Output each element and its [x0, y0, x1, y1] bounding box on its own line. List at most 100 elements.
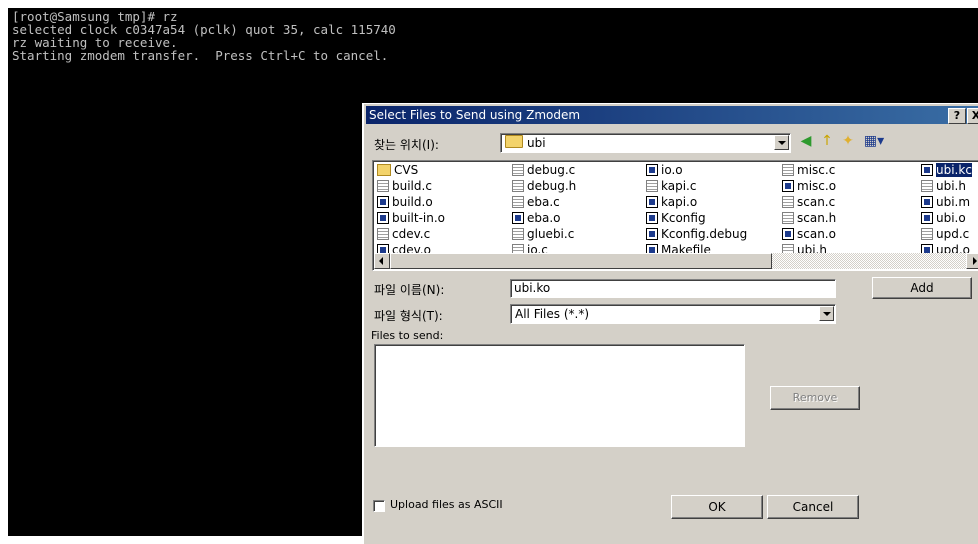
binary-file-icon [646, 164, 658, 176]
file-item[interactable]: scan.c [782, 194, 835, 210]
dialog-titlebar[interactable]: Select Files to Send using Zmodem ? X [366, 106, 978, 124]
binary-file-icon [782, 180, 794, 192]
text-file-icon [646, 180, 658, 192]
files-to-send-label: Files to send: [371, 329, 444, 342]
binary-file-icon [921, 164, 933, 176]
dialog-title: Select Files to Send using Zmodem [369, 108, 581, 122]
filetype-label: 파일 형식(T): [374, 309, 443, 323]
file-list[interactable]: upd.o upd.c ubi.o ubi.m ubi.h ubi.kc ubi.h scan… [372, 160, 978, 271]
ascii-checkbox[interactable] [373, 500, 385, 512]
binary-file-icon [377, 212, 389, 224]
file-name: built-in.o [392, 211, 446, 225]
filename-field[interactable]: ubi.ko [510, 279, 836, 298]
file-item[interactable]: CVS [377, 162, 418, 178]
file-name: scan.c [797, 195, 836, 209]
back-icon[interactable]: ◀ [798, 133, 814, 149]
file-name: misc.o [797, 179, 837, 193]
file-name: eba.o [527, 211, 561, 225]
file-name: cdev.c [392, 227, 431, 241]
binary-file-icon [782, 228, 794, 240]
file-item[interactable]: ubi.m [921, 194, 970, 210]
file-name: build.c [392, 179, 432, 193]
remove-button[interactable]: Remove [770, 386, 860, 410]
file-item[interactable]: kapi.c [646, 178, 696, 194]
file-item[interactable]: Kconfig [646, 210, 706, 226]
file-item[interactable]: gluebi.c [512, 226, 574, 242]
text-file-icon [921, 228, 933, 240]
binary-file-icon [646, 196, 658, 208]
help-button[interactable]: ? [948, 108, 966, 124]
file-item[interactable]: kapi.o [646, 194, 697, 210]
add-button[interactable]: Add [872, 277, 972, 299]
close-button[interactable]: X [967, 108, 978, 124]
file-name: io.o [661, 163, 683, 177]
file-name: CVS [394, 163, 419, 177]
ascii-label: Upload files as ASCII [390, 498, 503, 511]
scrollbar-thumb[interactable] [390, 253, 772, 269]
filetype-dropdown[interactable]: All Files (*.*) [510, 304, 836, 324]
file-name: ubi.h [936, 179, 966, 193]
file-item[interactable]: scan.o [782, 226, 836, 242]
file-item[interactable]: ubi.o [921, 210, 966, 226]
file-name: scan.h [797, 211, 837, 225]
ok-button[interactable]: OK [671, 495, 763, 519]
look-in-label: 찾는 위치(I): [374, 138, 439, 152]
file-name: debug.h [527, 179, 577, 193]
file-item[interactable]: misc.c [782, 162, 835, 178]
filename-label: 파일 이름(N): [374, 283, 445, 297]
file-item[interactable]: ubi.kc [921, 162, 973, 178]
text-file-icon [512, 180, 524, 192]
up-folder-icon[interactable]: ↑ [819, 133, 835, 149]
look-in-value: ubi [527, 136, 546, 150]
chevron-down-icon[interactable] [774, 135, 789, 150]
binary-file-icon [646, 212, 658, 224]
scrollbar-track[interactable] [772, 253, 966, 269]
file-item[interactable]: io.o [646, 162, 683, 178]
file-name: ubi.kc [935, 162, 973, 178]
view-menu-icon[interactable]: ▦▾ [862, 133, 886, 149]
text-file-icon [782, 212, 794, 224]
file-item[interactable]: upd.c [921, 226, 969, 242]
file-item[interactable]: build.c [377, 178, 432, 194]
horizontal-scrollbar[interactable] [374, 253, 978, 269]
file-name: misc.c [797, 163, 836, 177]
file-item[interactable]: scan.h [782, 210, 836, 226]
binary-file-icon [377, 196, 389, 208]
file-item[interactable]: ubi.h [921, 178, 966, 194]
file-item[interactable]: debug.h [512, 178, 576, 194]
file-item[interactable]: eba.c [512, 194, 560, 210]
file-name: kapi.c [661, 179, 697, 193]
new-folder-icon[interactable]: ✦ [840, 133, 856, 149]
files-to-send-list[interactable] [374, 344, 745, 447]
file-name: Kconfig [661, 211, 706, 225]
file-item[interactable]: build.o [377, 194, 433, 210]
file-name: eba.c [527, 195, 560, 209]
terminal-line: Starting zmodem transfer. Press Ctrl+C t… [12, 48, 389, 63]
text-file-icon [782, 196, 794, 208]
file-item[interactable]: cdev.c [377, 226, 430, 242]
file-name: debug.c [527, 163, 576, 177]
file-item[interactable]: eba.o [512, 210, 561, 226]
binary-file-icon [512, 212, 524, 224]
folder-icon [505, 135, 523, 148]
chevron-down-icon[interactable] [819, 306, 834, 321]
look-in-dropdown[interactable]: ubi [500, 133, 791, 153]
filename-value: ubi.ko [514, 281, 551, 295]
filetype-value: All Files (*.*) [515, 307, 590, 321]
text-file-icon [512, 164, 524, 176]
file-name: kapi.o [661, 195, 698, 209]
scroll-left-icon[interactable] [374, 253, 390, 269]
text-file-icon [512, 196, 524, 208]
scroll-right-icon[interactable] [966, 253, 978, 269]
binary-file-icon [646, 228, 658, 240]
file-name: ubi.o [936, 211, 966, 225]
text-file-icon [921, 180, 933, 192]
file-item[interactable]: debug.c [512, 162, 575, 178]
file-item[interactable]: built-in.o [377, 210, 445, 226]
binary-file-icon [921, 212, 933, 224]
text-file-icon [512, 228, 524, 240]
file-item[interactable]: Kconfig.debug [646, 226, 747, 242]
text-file-icon [377, 228, 389, 240]
cancel-button[interactable]: Cancel [767, 495, 859, 519]
file-item[interactable]: misc.o [782, 178, 836, 194]
